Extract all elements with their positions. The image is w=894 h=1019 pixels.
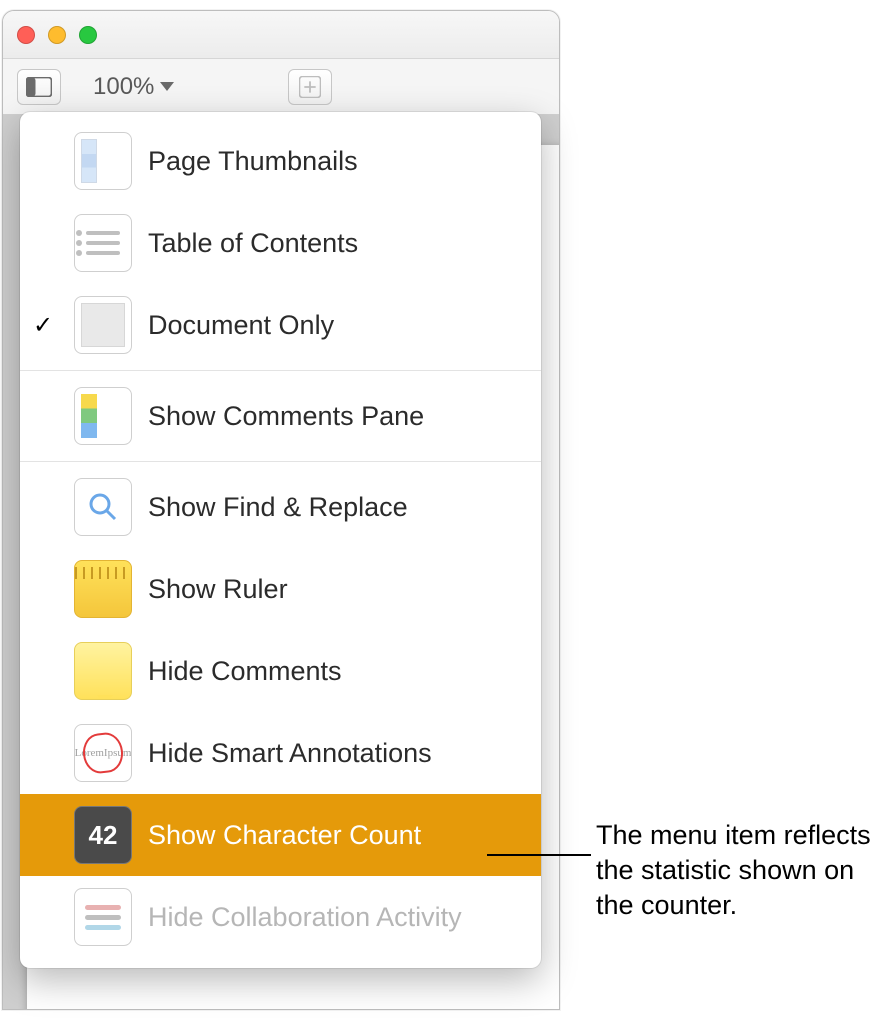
table-of-contents-icon: [74, 214, 132, 272]
view-menu-button[interactable]: [17, 69, 61, 105]
menu-separator: [20, 461, 541, 462]
count-badge-value: 42: [89, 820, 118, 851]
menu-item-label: Document Only: [148, 310, 334, 341]
menu-item-label: Table of Contents: [148, 228, 358, 259]
menu-item-hide-collaboration-activity: Hide Collaboration Activity: [20, 876, 541, 958]
menu-item-show-ruler[interactable]: Show Ruler: [20, 548, 541, 630]
plus-icon: [299, 76, 321, 98]
menu-separator: [20, 370, 541, 371]
character-count-icon: 42: [74, 806, 132, 864]
add-page-button[interactable]: [288, 69, 332, 105]
minimize-window-button[interactable]: [48, 26, 66, 44]
view-menu: Page Thumbnails Table of Contents ✓ Docu…: [20, 112, 541, 968]
menu-item-label: Show Character Count: [148, 820, 421, 851]
zoom-dropdown[interactable]: 100%: [83, 73, 184, 101]
close-window-button[interactable]: [17, 26, 35, 44]
comments-pane-icon: [74, 387, 132, 445]
menu-item-show-find-replace[interactable]: Show Find & Replace: [20, 466, 541, 548]
menu-item-label: Page Thumbnails: [148, 146, 358, 177]
sidebar-icon: [26, 77, 52, 97]
collaboration-activity-icon: [74, 888, 132, 946]
menu-item-document-only[interactable]: ✓ Document Only: [20, 284, 541, 366]
menu-item-show-comments-pane[interactable]: Show Comments Pane: [20, 375, 541, 457]
menu-item-label: Hide Comments: [148, 656, 342, 687]
toolbar: 100%: [3, 59, 559, 115]
menu-item-show-character-count[interactable]: 42 Show Character Count: [20, 794, 541, 876]
menu-item-table-of-contents[interactable]: Table of Contents: [20, 202, 541, 284]
menu-item-label: Show Ruler: [148, 574, 288, 605]
traffic-lights: [17, 26, 97, 44]
find-replace-icon: [74, 478, 132, 536]
chevron-down-icon: [160, 82, 174, 91]
menu-item-hide-smart-annotations[interactable]: Lorem Ipsum Hide Smart Annotations: [20, 712, 541, 794]
zoom-value: 100%: [93, 73, 154, 101]
ruler-icon: [74, 560, 132, 618]
page-thumbnails-icon: [74, 132, 132, 190]
menu-item-label: Show Find & Replace: [148, 492, 408, 523]
menu-item-page-thumbnails[interactable]: Page Thumbnails: [20, 120, 541, 202]
sticky-note-icon: [74, 642, 132, 700]
menu-item-hide-comments[interactable]: Hide Comments: [20, 630, 541, 712]
zoom-window-button[interactable]: [79, 26, 97, 44]
smart-annotations-icon: Lorem Ipsum: [74, 724, 132, 782]
checkmark-icon: ✓: [28, 311, 58, 340]
menu-item-label: Hide Smart Annotations: [148, 738, 432, 769]
document-only-icon: [74, 296, 132, 354]
callout-leader-line: [487, 854, 591, 856]
callout-text: The menu item reflects the statistic sho…: [596, 818, 886, 923]
menu-item-label: Show Comments Pane: [148, 401, 424, 432]
window-titlebar: [3, 11, 559, 59]
menu-item-label: Hide Collaboration Activity: [148, 902, 462, 933]
